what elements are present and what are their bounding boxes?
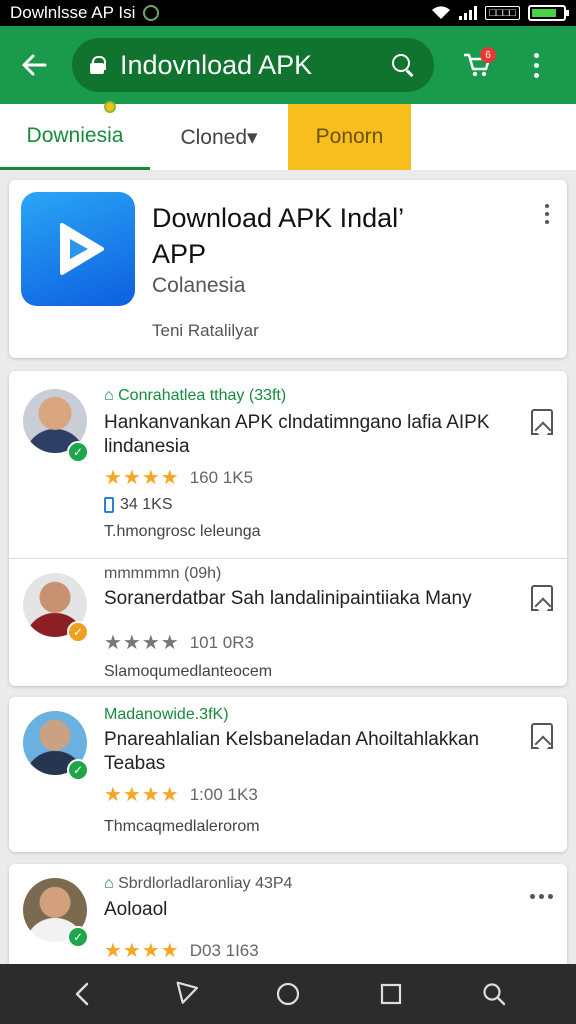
nav-home-button[interactable]	[268, 974, 308, 1014]
rating-text: 101 0R3	[189, 632, 254, 652]
review-footer: Thmcaqmedlalerorom	[104, 818, 260, 835]
overflow-menu-button[interactable]	[524, 52, 548, 78]
review-card: ✓ ⌂ Conrahatlea tthay (33ft) Hankanvanka…	[9, 371, 567, 686]
store-icon: ⌂	[104, 875, 119, 892]
review-meta-text: Conrahatlea tthay (33ft)	[118, 387, 287, 404]
phone-icon	[104, 497, 114, 513]
wifi-icon	[432, 6, 451, 19]
review-rating: ★★★★ D03 1I63	[104, 938, 259, 963]
review-title: Hankanvankan APK clndatimngano lafia AIP…	[104, 412, 490, 457]
triangle-icon	[176, 981, 198, 1004]
nav-search-button[interactable]	[474, 974, 514, 1014]
review-title: Aoloaol	[104, 899, 168, 920]
star-rating-icon: ★★★★	[104, 940, 180, 962]
tab-cloned[interactable]: Cloned▾	[150, 104, 288, 170]
app-title: Download APK Indal’ APP	[152, 203, 404, 269]
review-rating: ★★★★ 101 0R3	[104, 630, 254, 655]
review-card[interactable]: ✓ ⌂ Sbrdlorladlaronliay 43P4 Aoloaol ★★★…	[9, 864, 567, 974]
review-meta-text: Sbrdlorladlaronliay 43P4	[118, 875, 293, 892]
chevron-left-icon	[75, 982, 88, 1006]
status-icons: □□□□	[431, 5, 569, 21]
rating-text: 160 1K5	[189, 467, 254, 487]
more-options-button[interactable]	[530, 894, 553, 899]
tab-indicator-dot	[104, 101, 116, 113]
system-nav-bar	[0, 964, 576, 1024]
badge-icon: ✓	[67, 621, 89, 643]
review-footer: Slamoqumedlanteocem	[104, 663, 273, 680]
signal-icon	[459, 6, 478, 20]
tab-bar: Downiesia Cloned▾ Ponorn	[0, 101, 576, 170]
bookmark-icon[interactable]	[531, 409, 553, 435]
app-more-button[interactable]	[535, 204, 559, 224]
cart-badge: 6	[480, 47, 496, 63]
star-rating-icon: ★★★★	[104, 784, 180, 806]
review-rating: ★★★★ 160 1K5	[104, 465, 253, 490]
search-icon[interactable]	[390, 52, 416, 78]
nav-triangle-button[interactable]	[165, 974, 205, 1014]
review-title: Soranerdatbar Sah landalinipaintiiaka Ma…	[104, 588, 472, 609]
search-bar[interactable]: Indovnload APK	[72, 38, 434, 92]
verified-icon: ✓	[67, 926, 89, 948]
search-input[interactable]: Indovnload APK	[120, 50, 390, 81]
review-extra-text: 34 1KS	[120, 496, 173, 513]
status-badge: □□□□	[485, 6, 520, 20]
tab-downiesia[interactable]: Downiesia	[0, 101, 150, 170]
review-meta: ⌂ Sbrdlorladlaronliay 43P4	[104, 875, 292, 893]
review-meta: Madanowide.3fK)	[104, 706, 229, 723]
bookmark-icon[interactable]	[531, 723, 553, 749]
tab-label: Ponorn	[315, 125, 384, 148]
store-icon: ⌂	[104, 387, 119, 404]
review-footer: T.hmongrosc leleunga	[104, 523, 261, 540]
verified-icon: ✓	[67, 441, 89, 463]
lock-icon	[90, 56, 106, 74]
app-developer: Teni Ratalilyar	[152, 321, 259, 340]
review-extra: 34 1KS	[104, 496, 172, 514]
bookmark-icon[interactable]	[531, 585, 553, 611]
status-title: Dowlnlsse AP Isi	[10, 3, 431, 23]
app-header-card[interactable]: Download APK Indal’ APP Colanesia Teni R…	[9, 180, 567, 358]
divider	[9, 558, 567, 559]
back-button[interactable]	[12, 43, 56, 87]
battery-icon	[528, 5, 569, 21]
tab-label: Downiesia	[26, 123, 124, 147]
nav-recents-button[interactable]	[371, 974, 411, 1014]
review-meta: mmmmmn (09h)	[104, 565, 222, 582]
cart-button[interactable]: 6	[456, 43, 498, 87]
status-bar: Dowlnlsse AP Isi □□□□	[0, 0, 576, 26]
app-logo	[21, 192, 135, 306]
circle-icon	[276, 982, 300, 1006]
notification-icon	[143, 5, 160, 21]
nav-back-button[interactable]	[62, 974, 102, 1014]
tab-label: Cloned▾	[180, 125, 258, 149]
square-icon	[381, 983, 402, 1005]
rating-text: D03 1I63	[189, 940, 259, 960]
review-card[interactable]: ✓ Madanowide.3fK) Pnareahlalian Kelsbane…	[9, 697, 567, 852]
star-rating-icon: ★★★★	[104, 632, 180, 654]
status-title-text: Dowlnlsse AP Isi	[10, 3, 136, 22]
tab-ponorn[interactable]: Ponorn	[288, 104, 411, 170]
review-meta: ⌂ Conrahatlea tthay (33ft)	[104, 387, 286, 405]
verified-icon: ✓	[67, 759, 89, 781]
app-subtitle: Colanesia	[152, 274, 246, 297]
review-title: Pnareahlalian Kelsbaneladan Ahoiltahlakk…	[104, 729, 480, 774]
review-rating: ★★★★ 1:00 1K3	[104, 782, 258, 807]
arrow-left-icon	[22, 54, 47, 76]
app-bar: Indovnload APK 6	[0, 26, 576, 104]
star-rating-icon: ★★★★	[104, 467, 180, 489]
rating-text: 1:00 1K3	[189, 784, 258, 804]
play-icon	[60, 223, 104, 275]
search-icon	[483, 983, 506, 1006]
